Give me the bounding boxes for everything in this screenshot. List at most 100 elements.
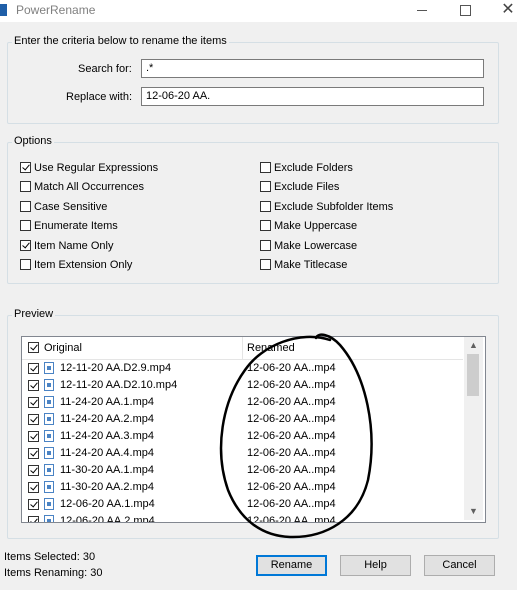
row-checkbox[interactable] <box>28 397 39 408</box>
checkbox[interactable] <box>260 161 271 173</box>
video-file-icon <box>44 430 54 442</box>
row-checkbox[interactable] <box>28 380 39 391</box>
option-label: Case Sensitive <box>34 201 108 213</box>
scroll-down-button[interactable]: ▼ <box>464 503 483 520</box>
column-divider[interactable] <box>242 337 243 359</box>
table-row[interactable]: 11-24-20 AA.3.mp4 12-06-20 AA..mp4 <box>22 428 463 445</box>
option-exclude-subfolder[interactable]: Exclude Subfolder Items <box>260 200 393 214</box>
title-bar[interactable]: PowerRename ✕ <box>0 0 517 22</box>
option-exclude-folders[interactable]: Exclude Folders <box>260 161 353 175</box>
video-file-icon <box>44 413 54 425</box>
scroll-thumb[interactable] <box>467 354 479 396</box>
option-extension-only[interactable]: Item Extension Only <box>20 258 132 272</box>
row-checkbox[interactable] <box>28 465 39 476</box>
renamed-name: 12-06-20 AA..mp4 <box>247 481 336 493</box>
search-input[interactable]: .* <box>141 59 484 78</box>
preview-legend: Preview <box>12 308 56 320</box>
option-enumerate[interactable]: Enumerate Items <box>20 219 118 233</box>
option-label: Item Extension Only <box>34 259 133 271</box>
checkbox[interactable] <box>20 258 31 270</box>
checkbox[interactable] <box>260 180 271 192</box>
checkbox[interactable] <box>260 219 271 231</box>
table-row[interactable]: 11-24-20 AA.2.mp4 12-06-20 AA..mp4 <box>22 411 463 428</box>
video-file-icon <box>44 396 54 408</box>
table-row[interactable]: 12-11-20 AA.D2.10.mp4 12-06-20 AA..mp4 <box>22 377 463 394</box>
original-name: 11-30-20 AA.1.mp4 <box>60 464 154 476</box>
renamed-name: 12-06-20 AA..mp4 <box>247 430 336 442</box>
option-titlecase[interactable]: Make Titlecase <box>260 258 347 272</box>
table-row[interactable]: 11-30-20 AA.2.mp4 12-06-20 AA..mp4 <box>22 479 463 496</box>
row-checkbox[interactable] <box>28 363 39 374</box>
option-label: Make Lowercase <box>274 240 358 252</box>
original-name: 11-24-20 AA.4.mp4 <box>60 447 154 459</box>
option-label: Exclude Files <box>274 181 340 193</box>
checkbox[interactable] <box>20 161 31 173</box>
cancel-button[interactable]: Cancel <box>424 555 495 576</box>
close-icon: ✕ <box>501 1 515 18</box>
option-label: Make Uppercase <box>274 220 358 232</box>
renamed-name: 12-06-20 AA..mp4 <box>247 396 336 408</box>
option-label: Exclude Subfolder Items <box>274 201 394 213</box>
options-legend: Options <box>12 135 54 147</box>
minimize-button[interactable] <box>404 0 440 22</box>
table-row[interactable]: 12-06-20 AA.2.mp4 12-06-20 AA..mp4 <box>22 513 463 523</box>
renamed-name: 12-06-20 AA..mp4 <box>247 464 336 476</box>
renamed-name: 12-06-20 AA..mp4 <box>247 498 336 510</box>
list-header: Original Renamed <box>22 337 463 360</box>
video-file-icon <box>44 481 54 493</box>
rename-button[interactable]: Rename <box>256 555 327 576</box>
video-file-icon <box>44 515 54 522</box>
replace-input[interactable]: 12-06-20 AA. <box>141 87 484 106</box>
original-name: 11-24-20 AA.3.mp4 <box>60 430 154 442</box>
maximize-button[interactable] <box>447 0 483 22</box>
row-checkbox[interactable] <box>28 499 39 510</box>
option-name-only[interactable]: Item Name Only <box>20 239 113 253</box>
original-name: 11-30-20 AA.2.mp4 <box>60 481 154 493</box>
row-checkbox[interactable] <box>28 414 39 425</box>
items-selected-status: Items Selected: 30 <box>4 551 96 563</box>
column-header-renamed[interactable]: Renamed <box>247 342 295 354</box>
option-uppercase[interactable]: Make Uppercase <box>260 219 357 233</box>
row-checkbox[interactable] <box>28 482 39 493</box>
table-row[interactable]: 11-24-20 AA.1.mp4 12-06-20 AA..mp4 <box>22 394 463 411</box>
close-button[interactable]: ✕ <box>490 0 517 22</box>
original-name: 11-24-20 AA.2.mp4 <box>60 413 154 425</box>
table-row[interactable]: 12-11-20 AA.D2.9.mp4 12-06-20 AA..mp4 <box>22 360 463 377</box>
option-lowercase[interactable]: Make Lowercase <box>260 239 357 253</box>
option-match-all[interactable]: Match All Occurrences <box>20 180 144 194</box>
video-file-icon <box>44 447 54 459</box>
table-row[interactable]: 11-24-20 AA.4.mp4 12-06-20 AA..mp4 <box>22 445 463 462</box>
checkbox[interactable] <box>260 258 271 270</box>
table-row[interactable]: 12-06-20 AA.1.mp4 12-06-20 AA..mp4 <box>22 496 463 513</box>
renamed-name: 12-06-20 AA..mp4 <box>247 379 336 391</box>
checkbox[interactable] <box>260 239 271 251</box>
renamed-name: 12-06-20 AA..mp4 <box>247 515 336 523</box>
checkbox[interactable] <box>20 200 31 212</box>
vertical-scrollbar[interactable]: ▲ ▼ <box>464 337 483 520</box>
option-exclude-files[interactable]: Exclude Files <box>260 180 339 194</box>
scroll-up-button[interactable]: ▲ <box>464 337 483 354</box>
chevron-down-icon: ▼ <box>469 506 478 516</box>
option-label: Make Titlecase <box>274 259 348 271</box>
help-button[interactable]: Help <box>340 555 411 576</box>
option-case-sensitive[interactable]: Case Sensitive <box>20 200 107 214</box>
checkbox[interactable] <box>20 180 31 192</box>
option-label: Item Name Only <box>34 240 114 252</box>
maximize-icon <box>459 5 471 17</box>
row-checkbox[interactable] <box>28 448 39 459</box>
criteria-legend: Enter the criteria below to rename the i… <box>12 35 229 47</box>
option-use-regex[interactable]: Use Regular Expressions <box>20 161 158 175</box>
table-row[interactable]: 11-30-20 AA.1.mp4 12-06-20 AA..mp4 <box>22 462 463 479</box>
row-checkbox[interactable] <box>28 431 39 442</box>
option-label: Match All Occurrences <box>34 181 145 193</box>
checkbox[interactable] <box>20 219 31 231</box>
items-renaming-status: Items Renaming: 30 <box>4 567 103 579</box>
option-label: Enumerate Items <box>34 220 118 232</box>
checkbox[interactable] <box>260 200 271 212</box>
preview-list[interactable]: Original Renamed 12-11-20 AA.D2.9.mp4 12-… <box>21 336 486 523</box>
column-header-original[interactable]: Original <box>44 342 82 354</box>
row-checkbox[interactable] <box>28 516 39 522</box>
checkbox[interactable] <box>20 239 31 251</box>
select-all-checkbox[interactable] <box>28 342 39 353</box>
video-file-icon <box>44 464 54 476</box>
